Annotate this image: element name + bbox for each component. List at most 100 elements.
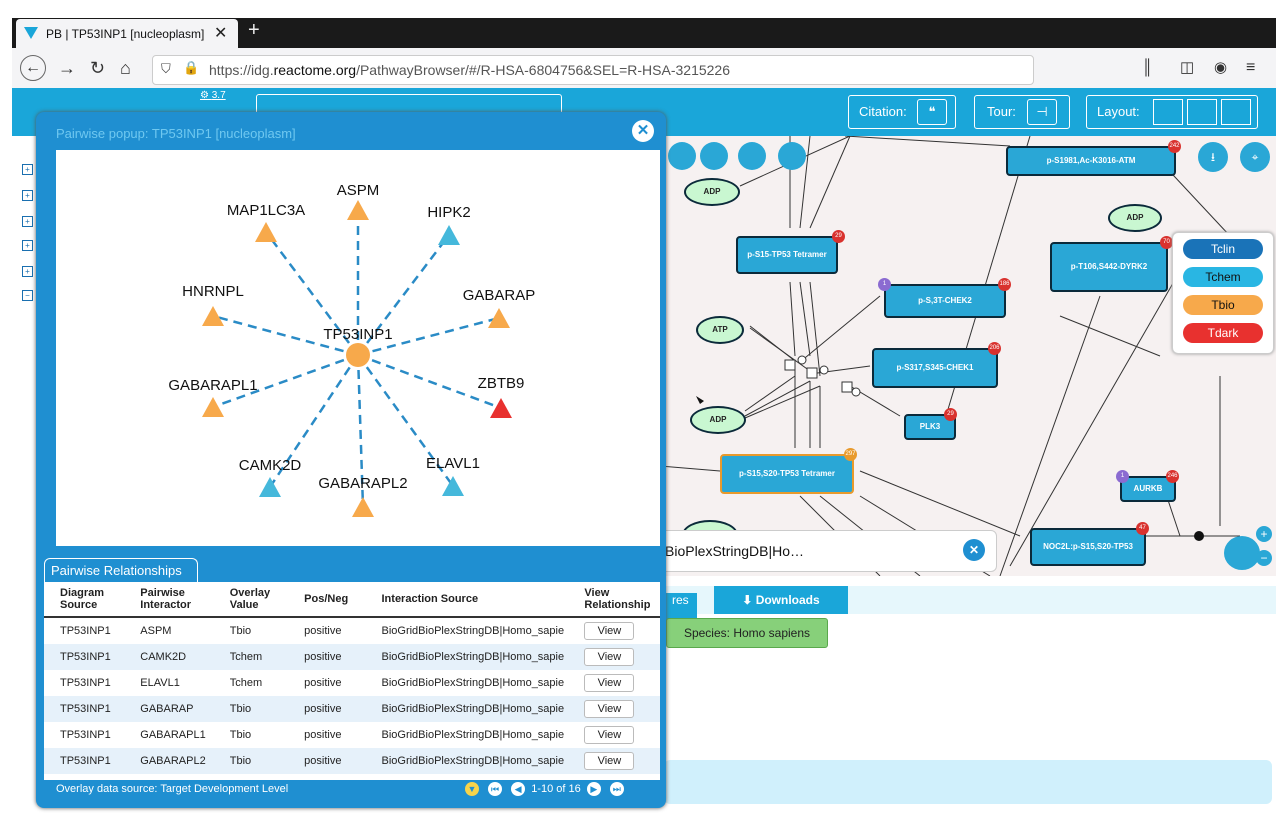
tab-close-icon[interactable]: ✕ <box>214 23 227 43</box>
interactor-badge[interactable]: 29 <box>832 230 845 243</box>
compass-icon[interactable]: ⌖ <box>1240 142 1270 172</box>
interactor-label: GABARAP <box>463 287 536 304</box>
zoom-in-icon[interactable]: + <box>1256 526 1272 542</box>
adp-molecule[interactable]: ADP <box>684 178 740 206</box>
expand-icon[interactable]: + <box>22 266 33 277</box>
interactor-node[interactable] <box>352 497 374 517</box>
interactor-badge[interactable]: 1 <box>1116 470 1129 483</box>
tour-button[interactable]: Tour: ⊣ <box>974 95 1070 129</box>
close-icon[interactable]: ✕ <box>963 539 985 561</box>
diagram-toolbar-icon[interactable] <box>778 142 806 170</box>
download-icon[interactable]: ⭳ <box>1198 142 1228 172</box>
interactor-node[interactable] <box>202 306 224 326</box>
interactor-badge[interactable]: 29 <box>944 408 957 421</box>
column-header[interactable]: Overlay Value <box>213 582 289 618</box>
menu-icon[interactable]: ≡ <box>1246 56 1255 80</box>
tab-pairwise-relationships[interactable]: Pairwise Relationships <box>44 558 198 583</box>
view-button[interactable]: View <box>584 726 635 744</box>
expand-icon[interactable]: + <box>22 240 33 251</box>
collapse-icon[interactable]: − <box>22 290 33 301</box>
interaction-graph[interactable]: ASPM HIPK2 GABARAP ZBTB9 ELAVL1 GABARAPL2 CAMK… <box>56 150 660 546</box>
interactor-badge[interactable]: 47 <box>1136 522 1149 535</box>
interactor-node[interactable] <box>202 397 224 417</box>
layout-right-icon[interactable] <box>1221 99 1251 125</box>
interactor-node[interactable] <box>347 200 369 220</box>
popup-close-button[interactable]: ✕ <box>632 120 654 142</box>
p-s15-s20-tp53-tetramer-node[interactable]: p-S15,S20-TP53 Tetramer <box>720 454 854 494</box>
interactor-badge[interactable]: 246 <box>1166 470 1179 483</box>
expand-icon[interactable]: + <box>22 190 33 201</box>
layout-center-icon[interactable] <box>1187 99 1217 125</box>
column-header[interactable]: Diagram Source <box>44 582 125 618</box>
interactor-badge[interactable]: 1 <box>878 278 891 291</box>
home-icon[interactable]: ⌂ <box>120 56 131 80</box>
noc2l-node[interactable]: NOC2L:p-S15,S20-TP53 <box>1030 528 1146 566</box>
account-icon[interactable]: ◉ <box>1214 56 1227 80</box>
column-header[interactable]: Interaction Source <box>365 582 569 618</box>
last-page-icon[interactable]: ⏭ <box>609 782 624 796</box>
diagram-toolbar-icon[interactable] <box>738 142 766 170</box>
adp-molecule[interactable]: ADP <box>1108 204 1162 232</box>
back-button[interactable]: ← <box>20 55 46 81</box>
interactor-badge[interactable]: 206 <box>988 342 1001 355</box>
interactor-label: GABARAPL1 <box>168 377 257 394</box>
library-icon[interactable]: ║ <box>1142 56 1153 80</box>
tab-partial[interactable]: res <box>664 593 697 621</box>
sidebar-icon[interactable]: ◫ <box>1180 56 1194 80</box>
column-header[interactable]: View Relationship <box>568 582 660 618</box>
diagram-canvas[interactable]: ⭳ ⌖ ADP ADP ATP ADP ATP p-S1981,Ac-K3016… <box>660 136 1276 576</box>
view-button[interactable]: View <box>584 648 635 666</box>
p-s15-tp53-tetramer-node[interactable]: p-S15-TP53 Tetramer <box>736 236 838 274</box>
citation-button[interactable]: Citation: ❝ <box>848 95 956 129</box>
view-button[interactable]: View <box>584 674 635 692</box>
interactor-badge[interactable]: 297 <box>844 448 857 461</box>
pan-zoom-control[interactable]: + − <box>1216 526 1272 570</box>
column-header[interactable]: Pairwise Interactor <box>124 582 214 618</box>
atm-node[interactable]: p-S1981,Ac-K3016-ATM <box>1006 146 1176 176</box>
next-page-icon[interactable]: ▶ <box>586 782 601 796</box>
table-cell: BioGridBioPlexStringDB|Homo_sapie <box>381 625 565 637</box>
view-button[interactable]: View <box>584 622 635 640</box>
view-button[interactable]: View <box>584 752 635 770</box>
url-bar[interactable]: ⛉ 🔒 https://idg.reactome.org/PathwayBrow… <box>152 55 1034 85</box>
table-cell: BioGridBioPlexStringDB|Homo_sapie <box>381 677 565 689</box>
table-cell: TP53INP1 <box>44 696 125 722</box>
view-cell: View <box>568 748 660 774</box>
overlay-source-bar[interactable]: BioPlexStringDB|Ho… ✕ <box>660 530 997 572</box>
reload-icon[interactable]: ↻ <box>90 56 105 80</box>
forward-icon[interactable]: → <box>58 56 76 80</box>
expand-icon[interactable]: + <box>22 164 33 175</box>
interactor-badge[interactable]: 186 <box>998 278 1011 291</box>
interactor-node[interactable] <box>442 476 464 496</box>
version-link[interactable]: ⚙ 3.7 <box>200 90 226 101</box>
interactor-node[interactable] <box>259 477 281 497</box>
tab-downloads[interactable]: ⬇ Downloads <box>714 586 848 614</box>
interactor-badge[interactable]: 242 <box>1168 140 1181 153</box>
diagram-toolbar-icon[interactable] <box>700 142 728 170</box>
table-cell: Tbio <box>229 729 252 741</box>
layout-button[interactable]: Layout: <box>1086 95 1258 129</box>
shield-icon[interactable]: ⛉ <box>161 61 171 77</box>
adp-molecule[interactable]: ADP <box>690 406 746 434</box>
prev-page-icon[interactable]: ◀ <box>511 782 526 796</box>
first-page-icon[interactable]: ⏮ <box>488 782 503 796</box>
atp-molecule[interactable]: ATP <box>696 316 744 344</box>
interactor-node[interactable] <box>490 398 512 418</box>
center-node[interactable] <box>346 343 370 367</box>
expand-icon[interactable]: + <box>22 216 33 227</box>
browser-tab[interactable]: PB | TP53INP1 [nucleoplasm] ✕ <box>16 19 238 48</box>
chek2-node[interactable]: p-S,3T-CHEK2 <box>884 284 1006 318</box>
diagram-toolbar-icon[interactable] <box>668 142 696 170</box>
filter-icon[interactable]: ▼ <box>465 782 479 796</box>
column-header[interactable]: Pos/Neg <box>288 582 366 618</box>
interactor-node[interactable] <box>488 308 510 328</box>
new-tab-button[interactable]: + <box>248 19 260 42</box>
chek1-node[interactable]: p-S317,S345-CHEK1 <box>872 348 998 388</box>
view-button[interactable]: View <box>584 700 635 718</box>
interactor-node[interactable] <box>438 225 460 245</box>
zoom-out-icon[interactable]: − <box>1256 550 1272 566</box>
lock-icon[interactable]: 🔒 <box>183 60 199 76</box>
dyrk2-node[interactable]: p-T106,S442-DYRK2 <box>1050 242 1168 292</box>
interactor-node[interactable] <box>255 222 277 242</box>
layout-left-icon[interactable] <box>1153 99 1183 125</box>
